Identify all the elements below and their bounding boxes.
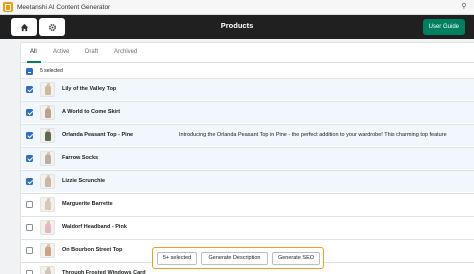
pin-icon[interactable]: ⚲ [460,3,468,11]
product-thumbnail [40,174,55,189]
app-icon [3,2,13,12]
products-card: All Active Draft Archived 5 selected Lil… [20,42,474,274]
product-thumbnail [40,151,55,166]
user-guide-button[interactable]: User Guide [422,19,465,35]
table-row[interactable]: Lizzie Scrunchie [21,170,474,192]
row-checkbox[interactable] [26,201,33,208]
generate-seo-button[interactable]: Generate SEO [272,252,320,265]
status-tabs: All Active Draft Archived [21,43,474,63]
product-name[interactable]: Lily of the Valley Top [62,86,116,92]
window-title: Meetanshi AI Content Generator [17,3,111,11]
row-checkbox[interactable] [26,247,33,254]
bulk-action-bar: 5+ selected Generate Description Generat… [152,247,324,269]
row-checkbox[interactable] [26,86,33,93]
product-thumbnail [40,105,55,120]
generate-description-button[interactable]: Generate Description [201,252,268,265]
product-thumbnail [40,82,55,97]
product-thumbnail [40,128,55,143]
tab-archived[interactable]: Archived [114,49,137,55]
select-all-checkbox[interactable] [26,68,33,75]
tab-active[interactable]: Active [53,49,69,55]
product-name[interactable]: Through Frosted Windows Card [62,270,146,274]
table-row[interactable]: Orlanda Peasant Top - Pine Introducing th… [21,124,474,146]
row-checkbox[interactable] [26,155,33,162]
table-row[interactable]: Farrow Socks [21,147,474,169]
table-row[interactable]: A World to Come Skirt [21,101,474,123]
window-titlebar: Meetanshi AI Content Generator ⚲ [0,0,474,15]
row-checkbox[interactable] [26,270,33,274]
row-checkbox[interactable] [26,178,33,185]
tab-all[interactable]: All [30,49,37,55]
bulk-select-row: 5 selected [21,64,474,78]
product-name[interactable]: Waldorf Headband - Pink [62,224,127,230]
product-description: Introducing the Orlanda Peasant Top in P… [179,132,447,138]
product-name[interactable]: Lizzie Scrunchie [62,178,105,184]
table-row[interactable]: Lily of the Valley Top [21,78,474,100]
product-name[interactable]: Orlanda Peasant Top - Pine [62,132,133,138]
product-name[interactable]: On Bourbon Street Top [62,247,122,253]
product-thumbnail [40,266,55,274]
row-checkbox[interactable] [26,132,33,139]
product-thumbnail [40,220,55,235]
top-bar: Products User Guide [0,15,474,39]
selected-count: 5 selected [40,68,63,74]
product-name[interactable]: Marguerite Barrette [62,201,113,207]
row-checkbox[interactable] [26,224,33,231]
tab-draft[interactable]: Draft [85,49,98,55]
product-thumbnail [40,197,55,212]
product-name[interactable]: A World to Come Skirt [62,109,120,115]
table-row[interactable]: Waldorf Headband - Pink [21,216,474,238]
active-tab-indicator [27,61,41,63]
page-title: Products [220,21,254,30]
table-row[interactable]: Marguerite Barrette [21,193,474,215]
selected-count-button[interactable]: 5+ selected [157,252,197,265]
product-thumbnail [40,243,55,258]
product-name[interactable]: Farrow Socks [62,155,98,161]
row-checkbox[interactable] [26,109,33,116]
